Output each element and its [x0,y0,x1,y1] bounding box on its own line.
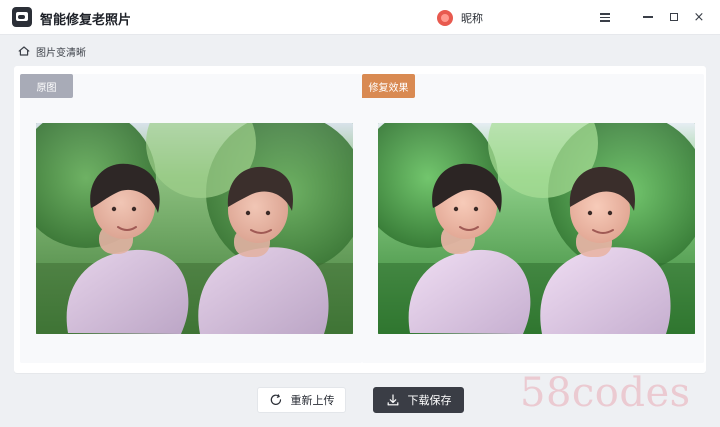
reupload-button[interactable]: 重新上传 [257,387,346,413]
result-photo [378,123,695,334]
watermark-text: 58codes [520,370,691,416]
minimize-button[interactable] [639,8,657,26]
result-pane: 修复效果 [362,74,704,363]
hamburger-menu-icon [600,13,610,22]
minimize-icon [643,16,653,18]
result-tag: 修复效果 [362,74,415,98]
menu-button[interactable] [596,8,614,26]
original-pane: 原图 [20,74,362,363]
maximize-button[interactable] [665,8,683,26]
original-photo [36,123,353,334]
download-icon [386,393,400,407]
close-button[interactable]: × [690,8,708,26]
maximize-icon [670,13,678,21]
app-logo-icon [12,7,32,27]
breadcrumb[interactable]: 图片变清晰 [18,43,86,59]
refresh-icon [269,393,283,407]
reupload-label: 重新上传 [290,394,335,407]
title-bar: 智能修复老照片 昵称 × [0,0,720,35]
original-tag: 原图 [20,74,73,98]
close-icon: × [693,9,705,25]
avatar-icon[interactable] [437,10,453,26]
app-title: 智能修复老照片 [40,13,132,28]
comparison-panel: 原图 修复效果 [14,66,706,373]
download-button[interactable]: 下载保存 [373,387,464,413]
user-nickname[interactable]: 昵称 [461,10,483,26]
home-icon[interactable] [18,46,30,56]
breadcrumb-label: 图片变清晰 [36,47,86,59]
download-label: 下载保存 [407,394,452,407]
user-menu[interactable]: 昵称 [437,9,483,27]
